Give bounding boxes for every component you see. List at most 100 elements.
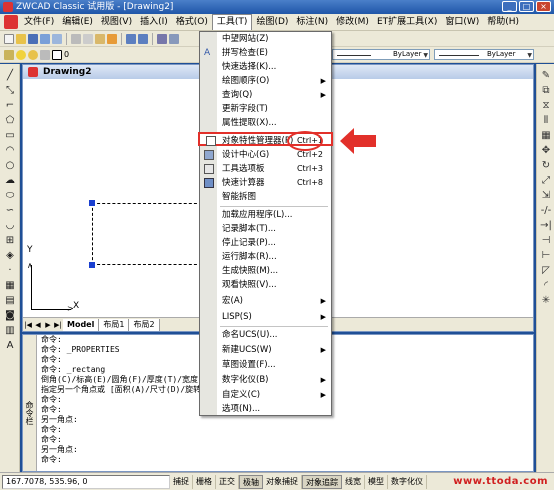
layer-color-icon[interactable] [52,49,62,60]
match-properties-icon[interactable] [107,33,117,44]
menu-item-run-script[interactable]: 运行脚本(R)... [200,250,331,264]
tab-layout2[interactable]: 布局2 [129,318,160,331]
print-preview-icon[interactable] [52,33,62,44]
ortho-toggle[interactable]: 正交 [216,474,239,489]
fillet-icon[interactable]: ◜ [540,280,552,291]
menu-item-new-ucs[interactable]: 新建UCS(W) ▶ [200,343,331,357]
trim-icon[interactable]: -/- [540,205,552,216]
break-icon[interactable]: ⊣ [540,235,552,246]
first-tab-icon[interactable]: |◀ [23,321,33,329]
grip-point[interactable] [89,200,95,206]
rotate-icon[interactable]: ↻ [540,160,552,171]
layer-freeze-icon[interactable] [28,49,38,60]
menu-item-digitizer[interactable]: 数字化仪(B) ▶ [200,373,331,387]
menu-edit[interactable]: 编辑(E) [58,14,97,31]
selected-rectangle[interactable] [92,203,202,265]
circle-icon[interactable]: ○ [4,160,16,171]
osnap-toggle[interactable]: 对象捕捉 [263,474,302,489]
save-icon[interactable] [28,33,38,44]
pan-icon[interactable] [157,33,167,44]
menu-item-inquiry[interactable]: 查询(Q) ▶ [200,88,331,102]
erase-icon[interactable]: ✎ [540,70,552,81]
make-block-icon[interactable]: ◈ [4,250,16,261]
menu-item-update-fields[interactable]: 更新字段(T) [200,102,331,116]
zoom-icon[interactable] [169,33,179,44]
menu-item-spell-check[interactable]: A 拼写检查(E) [200,46,331,60]
polygon-icon[interactable]: ⬠ [4,115,16,126]
menu-item-make-snapshot[interactable]: 生成快照(M)... [200,264,331,278]
minimize-button[interactable]: _ [502,1,517,12]
ellipse-icon[interactable]: ⬭ [4,190,16,201]
open-file-icon[interactable] [16,33,26,44]
document-menu-icon[interactable] [4,15,18,29]
point-icon[interactable]: · [4,265,16,276]
maximize-button[interactable]: □ [519,1,534,12]
tab-model[interactable]: Model [63,318,100,331]
copy-icon[interactable] [83,33,93,44]
menu-item-named-ucs[interactable]: 命名UCS(U)... [200,328,331,342]
menu-item-load-application[interactable]: 加载应用程序(L)... [200,208,331,222]
multiline-text-icon[interactable]: A [4,340,16,351]
new-file-icon[interactable] [4,33,14,44]
menu-item-smart-split[interactable]: 智能拆图 [200,190,331,204]
linetype-select[interactable]: ByLayer ▼ [332,49,430,60]
scale-icon[interactable]: ⤢ [540,175,552,186]
layer-on-icon[interactable] [16,49,26,60]
print-icon[interactable] [40,33,50,44]
menu-item-draw-order[interactable]: 绘图顺序(O) ▶ [200,74,331,88]
menu-item-macro[interactable]: 宏(A) ▶ [200,294,331,308]
stretch-icon[interactable]: ⇲ [540,190,552,201]
menu-item-lisp[interactable]: LISP(S) ▶ [200,310,331,324]
region-icon[interactable]: ◙ [4,310,16,321]
menu-item-attribute-extract[interactable]: 属性提取(X)... [200,116,331,130]
digitizer-toggle[interactable]: 数字化仪 [388,474,427,489]
paste-icon[interactable] [95,33,105,44]
menu-item-drafting-settings[interactable]: 草图设置(F)... [200,358,331,372]
menu-tools[interactable]: 工具(T) [211,14,253,30]
insert-block-icon[interactable]: ⊞ [4,235,16,246]
menu-item-quick-select[interactable]: 快速选择(K)... [200,60,331,74]
offset-icon[interactable]: ⫴ [540,115,552,126]
close-button[interactable]: × [536,1,551,12]
layer-lock-icon[interactable] [40,49,50,60]
hatch-icon[interactable]: ▦ [4,280,16,291]
table-icon[interactable]: ▥ [4,325,16,336]
menu-item-tool-palettes[interactable]: 工具选项板 Ctrl+3 [200,162,331,176]
move-icon[interactable]: ✥ [540,145,552,156]
chamfer-icon[interactable]: ◸ [540,265,552,276]
join-icon[interactable]: ⊢ [540,250,552,261]
polyline-icon[interactable]: ⌐ [4,100,16,111]
cut-icon[interactable] [71,33,81,44]
menu-draw[interactable]: 绘图(D) [252,14,292,31]
explode-icon[interactable]: ✳ [540,295,552,306]
menu-help[interactable]: 帮助(H) [483,14,523,31]
menu-item-record-script[interactable]: 记录脚本(T)... [200,222,331,236]
menu-item-stop-recording[interactable]: 停止记录(P)... [200,236,331,250]
menu-item-customize[interactable]: 自定义(C) ▶ [200,388,331,402]
otrack-toggle[interactable]: 对象追踪 [302,474,342,489]
copy-object-icon[interactable]: ⧉ [540,85,552,96]
extend-icon[interactable]: →| [540,220,552,231]
gradient-icon[interactable]: ▤ [4,295,16,306]
menu-format[interactable]: 格式(O) [172,14,212,31]
rectangle-icon[interactable]: ▭ [4,130,16,141]
menu-dimension[interactable]: 标注(N) [292,14,332,31]
line-tool-icon[interactable]: ╱ [4,70,16,81]
layer-manager-icon[interactable] [4,49,14,60]
undo-icon[interactable] [126,33,136,44]
menu-et-tools[interactable]: ET扩展工具(X) [373,14,441,31]
lineweight-toggle[interactable]: 线宽 [342,474,365,489]
construction-line-icon[interactable]: ⤡ [4,85,16,96]
menu-modify[interactable]: 修改(M) [332,14,373,31]
ellipse-arc-icon[interactable]: ◡ [4,220,16,231]
revision-cloud-icon[interactable]: ☁ [4,175,16,186]
spline-icon[interactable]: ∽ [4,205,16,216]
menu-item-view-snapshot[interactable]: 观看快照(V)... [200,278,331,292]
array-icon[interactable]: ▦ [540,130,552,141]
lineweight-select[interactable]: ByLayer ▼ [434,49,534,60]
mirror-icon[interactable]: ⧖ [540,100,552,111]
polar-toggle[interactable]: 极轴 [239,474,263,489]
last-tab-icon[interactable]: ▶| [53,321,63,329]
menu-item-quick-calculator[interactable]: 快速计算器 Ctrl+8 [200,176,331,190]
grip-point[interactable] [89,262,95,268]
